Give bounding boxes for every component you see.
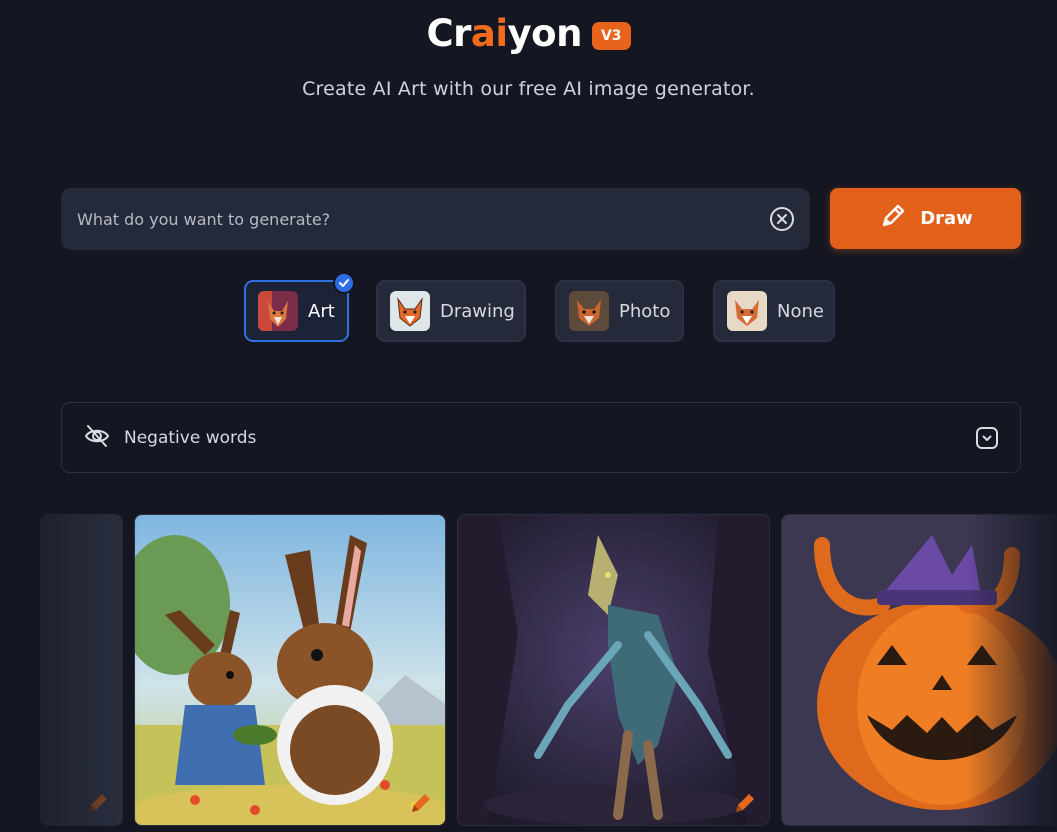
prompt-input[interactable]: [77, 209, 770, 229]
style-chip-label: Drawing: [440, 300, 515, 322]
style-chip-drawing[interactable]: Drawing: [376, 280, 526, 342]
style-selector: Art Drawing Photo None: [0, 272, 1057, 344]
style-chip-none[interactable]: None: [713, 280, 835, 342]
check-icon: [333, 272, 355, 294]
fox-thumbnail-drawing-icon: [390, 291, 430, 331]
logo[interactable]: Craiyon V3: [0, 12, 1057, 55]
gallery-card[interactable]: [781, 514, 1057, 826]
style-chip-art[interactable]: Art: [244, 272, 355, 342]
style-chip-label: Art: [308, 300, 335, 322]
prompt-field[interactable]: [61, 188, 810, 250]
page-subtitle: Create AI Art with our free AI image gen…: [302, 78, 755, 100]
logo-wordmark: Craiyon: [426, 12, 582, 55]
gallery-card[interactable]: [457, 514, 770, 826]
draw-button-label: Draw: [920, 208, 973, 229]
eye-off-icon: [84, 423, 110, 453]
fox-thumbnail-none-icon: [727, 291, 767, 331]
close-circle-icon[interactable]: [770, 207, 794, 231]
fox-thumbnail-photo-icon: [569, 291, 609, 331]
pencil-icon[interactable]: [731, 789, 759, 817]
draw-button[interactable]: Draw: [830, 188, 1021, 249]
chevron-down-icon[interactable]: [976, 426, 998, 449]
version-badge: V3: [591, 21, 631, 50]
pencil-icon[interactable]: [84, 789, 112, 817]
gallery-card[interactable]: [40, 514, 123, 826]
image-gallery: [0, 514, 1057, 832]
style-chip-label: Photo: [619, 300, 671, 322]
style-chip-label: None: [777, 300, 824, 322]
fox-thumbnail-art-icon: [258, 291, 298, 331]
style-chip-photo[interactable]: Photo: [555, 280, 684, 342]
pencil-icon[interactable]: [407, 789, 435, 817]
pencil-icon: [878, 201, 908, 236]
negative-words-label: Negative words: [124, 427, 257, 448]
gallery-card[interactable]: [134, 514, 446, 826]
negative-words-toggle[interactable]: Negative words: [61, 402, 1021, 473]
